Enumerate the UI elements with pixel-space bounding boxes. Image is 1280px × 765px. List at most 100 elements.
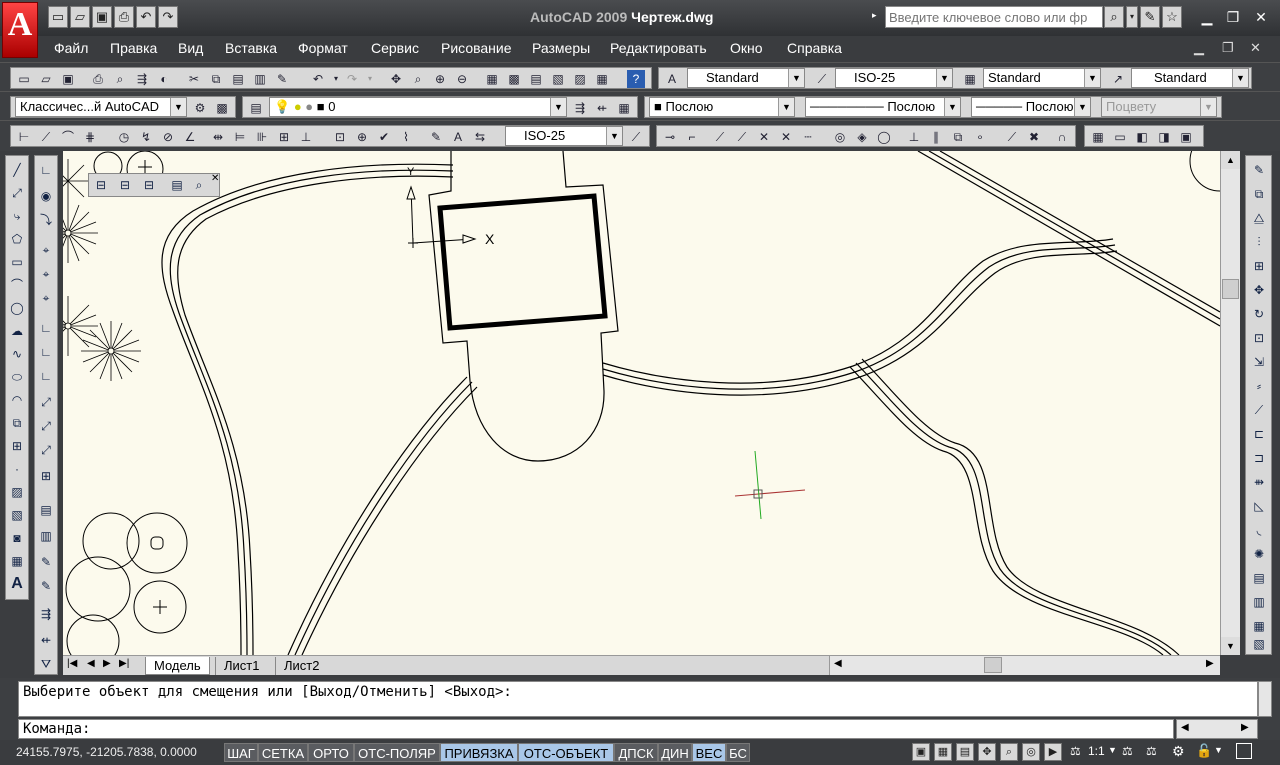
- help-icon[interactable]: ?: [627, 70, 645, 88]
- snap-quadrant-icon[interactable]: ◈: [853, 128, 871, 146]
- dim-style-icon[interactable]: ⟋: [813, 70, 831, 88]
- save-icon[interactable]: ▣: [92, 6, 112, 28]
- chevron-down-icon[interactable]: ▼: [1108, 745, 1117, 755]
- snap-toggle[interactable]: ШАГ: [224, 743, 258, 762]
- preview-icon[interactable]: ⌕: [111, 70, 129, 88]
- text-style-select[interactable]: Standard ▼: [687, 68, 805, 88]
- new-file-icon[interactable]: ▭: [48, 6, 68, 28]
- steering-wheel-icon[interactable]: ◎: [1022, 743, 1040, 761]
- tool-palettes-icon[interactable]: ▤: [527, 70, 545, 88]
- chevron-down-icon[interactable]: ▼: [170, 98, 186, 116]
- lwt-toggle[interactable]: ВЕС: [692, 743, 726, 762]
- layout-icon[interactable]: ▦: [934, 743, 952, 761]
- locate-point-icon[interactable]: ⌖: [36, 240, 56, 260]
- mleader-style-select[interactable]: Standard ▼: [1131, 68, 1249, 88]
- hatch-icon[interactable]: ▨: [7, 482, 27, 502]
- chevron-down-icon[interactable]: ▼: [1200, 98, 1216, 116]
- view-front-icon[interactable]: ▣: [1177, 128, 1195, 146]
- tab-layout1[interactable]: Лист1: [215, 657, 267, 675]
- menu-help[interactable]: Справка: [787, 40, 842, 56]
- ellipse-arc-icon[interactable]: ◠: [7, 390, 27, 410]
- dim-style-control[interactable]: ISO-25 ▼: [505, 126, 623, 146]
- dimension-style-icon[interactable]: ⟋: [627, 128, 645, 146]
- insert-block-icon[interactable]: ⧉: [7, 413, 27, 433]
- layer-merge-icon[interactable]: ⇶: [36, 604, 56, 624]
- trim-icon[interactable]: ⸗: [1249, 376, 1269, 396]
- chevron-down-icon[interactable]: ▼: [1232, 69, 1248, 87]
- design-center-icon[interactable]: ▩: [505, 70, 523, 88]
- make-current-layer-icon[interactable]: ⇶: [571, 99, 589, 117]
- polygon-icon[interactable]: ⬠: [7, 229, 27, 249]
- close-icon[interactable]: ✕: [1250, 7, 1272, 27]
- scroll-down-icon[interactable]: ▼: [1221, 637, 1240, 655]
- construction-line-icon[interactable]: ⤢: [7, 183, 27, 203]
- vertical-scroll-thumb[interactable]: [1222, 279, 1239, 299]
- zoom-previous-icon[interactable]: ⊖: [453, 70, 471, 88]
- layer-properties-icon[interactable]: ▤: [247, 99, 265, 117]
- ucs-3point-icon[interactable]: ∟: [36, 366, 56, 386]
- save-icon[interactable]: ▣: [59, 70, 77, 88]
- snap-apparent-icon[interactable]: ✕: [777, 128, 795, 146]
- osnap-settings-icon[interactable]: ∩: [1053, 128, 1071, 146]
- draw-order-back-icon[interactable]: ▥: [1249, 592, 1269, 612]
- cut-icon[interactable]: ✂: [185, 70, 203, 88]
- dim-ordinate-icon[interactable]: ⋕: [81, 128, 99, 146]
- lineweight-select[interactable]: ───── Послою ▼: [971, 97, 1091, 117]
- ucs-world-icon[interactable]: ⌖: [36, 264, 56, 284]
- ucs-z-icon[interactable]: ⤢: [36, 440, 56, 460]
- snap-intersection-icon[interactable]: ✕: [755, 128, 773, 146]
- mirror-icon[interactable]: ⧋: [1249, 208, 1269, 228]
- chevron-down-icon[interactable]: ▼: [606, 127, 622, 145]
- text-style-icon[interactable]: A: [663, 70, 681, 88]
- snap-endpoint-icon[interactable]: ⟋: [711, 128, 729, 146]
- draw-order-above-icon[interactable]: ▦: [1249, 616, 1269, 636]
- doc-minimize-icon[interactable]: ▁: [1194, 40, 1204, 56]
- view-bottom-icon[interactable]: ▭: [1111, 128, 1129, 146]
- inspection-icon[interactable]: ✔: [375, 128, 393, 146]
- clean-screen-icon[interactable]: [1236, 743, 1252, 759]
- erase-icon[interactable]: ✎: [1249, 160, 1269, 180]
- favorites-star-icon[interactable]: ☆: [1162, 6, 1182, 28]
- model-space-icon[interactable]: ▣: [912, 743, 930, 761]
- extend-icon[interactable]: ⟋: [1249, 400, 1269, 420]
- move-icon[interactable]: ✥: [1249, 280, 1269, 300]
- copy-object-icon[interactable]: ⧉: [1249, 184, 1269, 204]
- dim-angular-icon[interactable]: ∠: [181, 128, 199, 146]
- menu-file[interactable]: Файл: [54, 40, 88, 56]
- markup-icon[interactable]: ▨: [571, 70, 589, 88]
- search-icon[interactable]: ⌕: [1104, 6, 1124, 28]
- open-icon[interactable]: ▱: [37, 70, 55, 88]
- scale-icon[interactable]: ⊡: [1249, 328, 1269, 348]
- dim-edit-icon[interactable]: ✎: [427, 128, 445, 146]
- dwf-icon[interactable]: ◐: [155, 70, 173, 88]
- stretch-icon[interactable]: ⇲: [1249, 352, 1269, 372]
- first-tab-icon[interactable]: |◀: [67, 658, 77, 669]
- pan-realtime-icon[interactable]: ✥: [387, 70, 405, 88]
- drawing-canvas[interactable]: X Y: [63, 151, 1220, 655]
- center-mark-icon[interactable]: ⊕: [353, 128, 371, 146]
- spline-icon[interactable]: ∿: [7, 344, 27, 364]
- table-style-select[interactable]: Standard ▼: [983, 68, 1101, 88]
- menu-draw[interactable]: Рисование: [441, 40, 512, 56]
- dim-continue-icon[interactable]: ⊪: [253, 128, 271, 146]
- rectangle-icon[interactable]: ▭: [7, 252, 27, 272]
- last-tab-icon[interactable]: ▶|: [119, 658, 129, 669]
- grid-toggle[interactable]: СЕТКА: [258, 743, 308, 762]
- layer-select[interactable]: 💡 ● ● ■ 0 ▼: [269, 97, 567, 117]
- view-top-icon[interactable]: ▦: [1089, 128, 1107, 146]
- workspace-gear-icon[interactable]: ⚙: [1172, 743, 1185, 760]
- menu-insert[interactable]: Вставка: [225, 40, 277, 56]
- search-dropdown-icon[interactable]: ▾: [1126, 6, 1138, 28]
- dim-arc-icon[interactable]: ⌒: [59, 128, 77, 146]
- scroll-icon[interactable]: ▤: [167, 175, 187, 195]
- publish-icon[interactable]: ⇶: [133, 70, 151, 88]
- lock-icon[interactable]: 🔓: [1196, 743, 1212, 759]
- quick-dim-icon[interactable]: ⇹: [209, 128, 227, 146]
- multiline-text-icon[interactable]: A: [7, 574, 27, 594]
- ucs-y-icon[interactable]: ⤢: [36, 416, 56, 436]
- layer-delete-icon[interactable]: ⇷: [36, 630, 56, 650]
- qp-toggle[interactable]: БС: [726, 743, 750, 762]
- dim-update-icon[interactable]: ⇆: [471, 128, 489, 146]
- snap-center-icon[interactable]: ◎: [831, 128, 849, 146]
- redo-icon[interactable]: ↷: [343, 70, 361, 88]
